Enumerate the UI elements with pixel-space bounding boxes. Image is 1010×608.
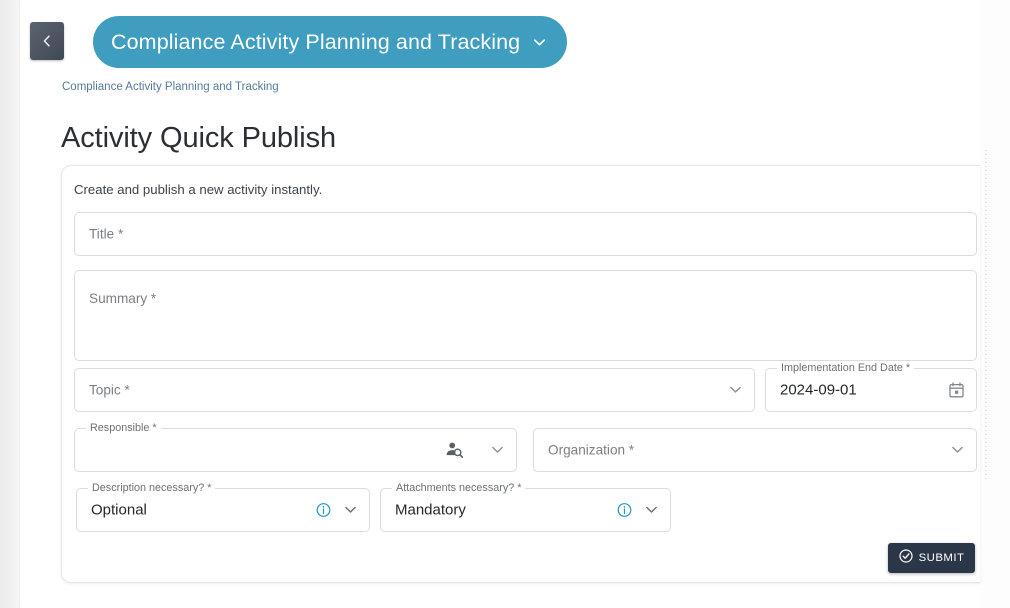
sidebar-collapse-button[interactable]: [30, 22, 64, 60]
title-input-placeholder: Title *: [89, 226, 124, 242]
breadcrumb[interactable]: Compliance Activity Planning and Trackin…: [62, 81, 279, 93]
submit-button[interactable]: SUBMIT: [888, 543, 975, 573]
attachments-necessary-value: Mandatory: [395, 501, 466, 519]
person-search-icon[interactable]: [445, 442, 464, 459]
chevron-down-icon[interactable]: [534, 38, 546, 46]
page-title: Activity Quick Publish: [61, 122, 336, 154]
responsible-field[interactable]: Responsible *: [74, 422, 517, 472]
implementation-end-date-field[interactable]: Implementation End Date * 2024-09-01: [765, 362, 977, 412]
chevron-down-icon[interactable]: [952, 446, 963, 454]
description-necessary-select[interactable]: Description necessary? * Optional: [76, 482, 370, 532]
card-subtitle: Create and publish a new activity instan…: [74, 182, 323, 197]
chevron-down-icon[interactable]: [646, 506, 657, 514]
info-icon[interactable]: [316, 503, 331, 518]
implementation-end-date-value: 2024-09-01: [780, 381, 857, 399]
summary-textarea-placeholder: Summary *: [89, 291, 157, 306]
chevron-down-icon[interactable]: [345, 506, 356, 514]
description-necessary-value: Optional: [91, 501, 147, 519]
attachments-necessary-label: Attachments necessary? *: [392, 482, 526, 495]
title-input[interactable]: Title *: [74, 212, 977, 256]
topic-select-placeholder: Topic *: [89, 382, 130, 398]
info-icon[interactable]: [617, 503, 632, 518]
description-necessary-label: Description necessary? *: [88, 482, 216, 495]
organization-select[interactable]: Organization *: [533, 428, 977, 472]
calendar-icon[interactable]: [949, 382, 964, 398]
form-card: Create and publish a new activity instan…: [61, 165, 980, 583]
submit-button-label: SUBMIT: [918, 552, 965, 564]
check-circle-icon: [899, 548, 913, 568]
module-selector-pill[interactable]: Compliance Activity Planning and Trackin…: [93, 16, 568, 68]
responsible-label: Responsible *: [86, 422, 161, 435]
implementation-end-date-label: Implementation End Date *: [777, 362, 915, 375]
module-title: Compliance Activity Planning and Trackin…: [111, 29, 521, 54]
organization-select-placeholder: Organization *: [548, 442, 635, 458]
chevron-down-icon[interactable]: [492, 446, 503, 454]
summary-textarea[interactable]: Summary *: [74, 270, 977, 361]
topic-select[interactable]: Topic *: [74, 368, 755, 412]
chevron-down-icon[interactable]: [730, 386, 741, 394]
chevron-left-icon: [41, 34, 53, 48]
page-scrollbar[interactable]: [985, 150, 987, 480]
attachments-necessary-select[interactable]: Attachments necessary? * Mandatory: [380, 482, 671, 532]
